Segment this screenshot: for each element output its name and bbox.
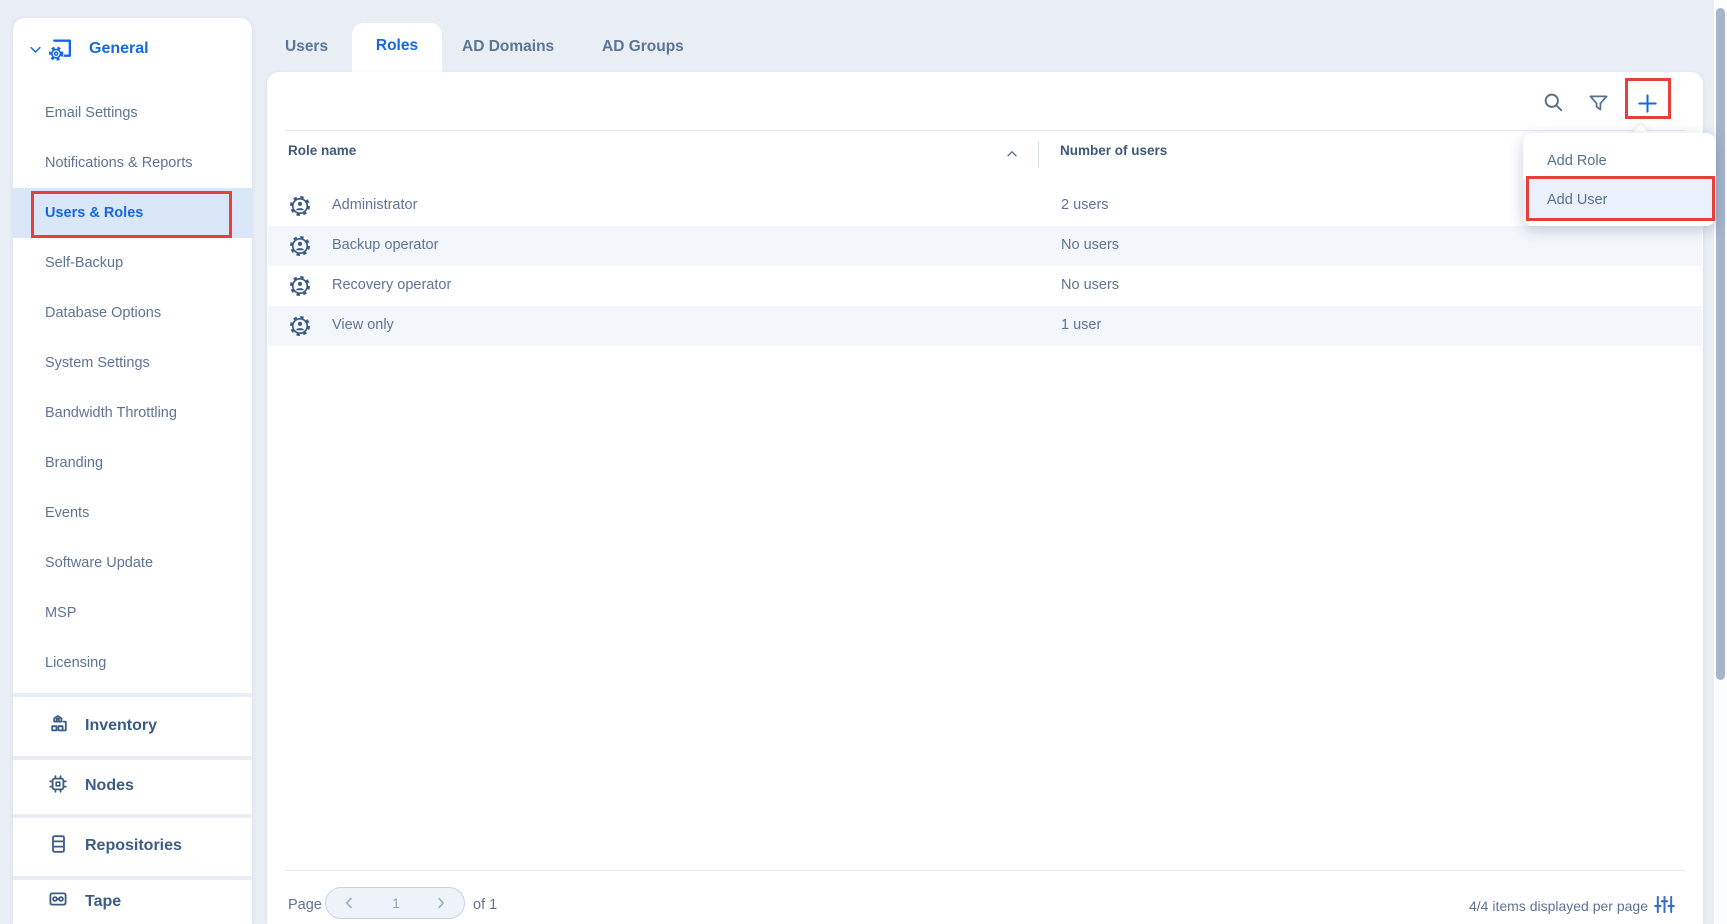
search-icon[interactable] <box>1542 91 1565 114</box>
nodes-icon <box>46 772 70 801</box>
sidebar-section-repositories[interactable]: Repositories <box>13 817 252 875</box>
pagination-control: 1 <box>325 887 465 919</box>
pagination-page-label: Page <box>288 897 322 913</box>
tab-ad-groups[interactable]: AD Groups <box>602 38 684 56</box>
role-icon <box>289 315 311 342</box>
sidebar-general-items: Email Settings Notifications & Reports U… <box>13 88 252 688</box>
sidebar-item-users-roles[interactable]: Users & Roles <box>13 188 252 238</box>
sidebar-item-database-options[interactable]: Database Options <box>13 288 252 338</box>
tab-ad-domains[interactable]: AD Domains <box>462 38 554 56</box>
add-icon[interactable] <box>1636 92 1659 115</box>
sidebar-item-events[interactable]: Events <box>13 488 252 538</box>
role-name: View only <box>332 317 394 333</box>
sidebar-section-tape[interactable]: Tape <box>13 879 252 924</box>
role-icon <box>289 235 311 262</box>
sidebar-section-inventory[interactable]: Inventory <box>13 697 252 755</box>
repositories-icon <box>46 832 70 861</box>
sidebar-item-branding[interactable]: Branding <box>13 438 252 488</box>
role-user-count: 2 users <box>1061 197 1109 213</box>
tape-icon <box>46 887 70 916</box>
sidebar-item-email-settings[interactable]: Email Settings <box>13 88 252 138</box>
toolbar-divider <box>285 130 1685 131</box>
column-divider <box>1038 141 1039 168</box>
table-row-administrator[interactable]: Administrator 2 users <box>268 186 1702 226</box>
role-name: Recovery operator <box>332 277 451 293</box>
sidebar-section-nodes[interactable]: Nodes <box>13 758 252 814</box>
role-user-count: No users <box>1061 277 1119 293</box>
add-dropdown-menu: Add Role Add User <box>1523 133 1716 226</box>
table-row-view-only[interactable]: View only 1 user <box>268 306 1702 346</box>
sidebar-section-inventory-label: Inventory <box>85 717 157 735</box>
chevron-down-icon <box>28 42 43 57</box>
general-settings-icon <box>47 36 74 63</box>
column-header-number-of-users[interactable]: Number of users <box>1060 143 1167 158</box>
sidebar: General Email Settings Notifications & R… <box>13 18 252 924</box>
role-name: Backup operator <box>332 237 438 253</box>
filter-icon[interactable] <box>1588 93 1609 114</box>
inventory-icon <box>46 712 70 741</box>
sidebar-item-licensing[interactable]: Licensing <box>13 638 252 688</box>
sidebar-item-software-update[interactable]: Software Update <box>13 538 252 588</box>
sidebar-section-general-label: General <box>89 40 149 58</box>
items-per-page-text: 4/4 items displayed per page <box>1469 898 1648 914</box>
app-root: General Email Settings Notifications & R… <box>0 0 1727 924</box>
column-header-role-name[interactable]: Role name <box>288 143 356 158</box>
sidebar-section-tape-label: Tape <box>85 893 121 911</box>
table-row-recovery-operator[interactable]: Recovery operator No users <box>268 266 1702 306</box>
table-row-backup-operator[interactable]: Backup operator No users <box>268 226 1702 266</box>
page-next-icon[interactable] <box>432 894 450 912</box>
role-user-count: No users <box>1061 237 1119 253</box>
pagination-of-label: of 1 <box>473 897 497 913</box>
sidebar-item-notifications-reports[interactable]: Notifications & Reports <box>13 138 252 188</box>
scrollbar-thumb[interactable] <box>1716 8 1725 680</box>
role-icon <box>289 275 311 302</box>
sidebar-section-general[interactable]: General <box>13 18 252 80</box>
role-user-count: 1 user <box>1061 317 1101 333</box>
sidebar-item-bandwidth-throttling[interactable]: Bandwidth Throttling <box>13 388 252 438</box>
items-per-page-settings-icon[interactable] <box>1654 894 1675 915</box>
sidebar-item-system-settings[interactable]: System Settings <box>13 338 252 388</box>
role-icon <box>289 195 311 222</box>
footer-divider <box>285 870 1685 871</box>
menu-item-add-user[interactable]: Add User <box>1523 179 1716 221</box>
menu-item-add-role[interactable]: Add Role <box>1523 143 1716 179</box>
sidebar-item-msp[interactable]: MSP <box>13 588 252 638</box>
tab-roles[interactable]: Roles <box>352 23 442 78</box>
sidebar-section-nodes-label: Nodes <box>85 777 134 795</box>
tab-users[interactable]: Users <box>285 38 328 56</box>
sort-ascending-icon[interactable] <box>1005 147 1019 166</box>
sidebar-item-self-backup[interactable]: Self-Backup <box>13 238 252 288</box>
sidebar-section-repositories-label: Repositories <box>85 837 182 855</box>
role-name: Administrator <box>332 197 417 213</box>
